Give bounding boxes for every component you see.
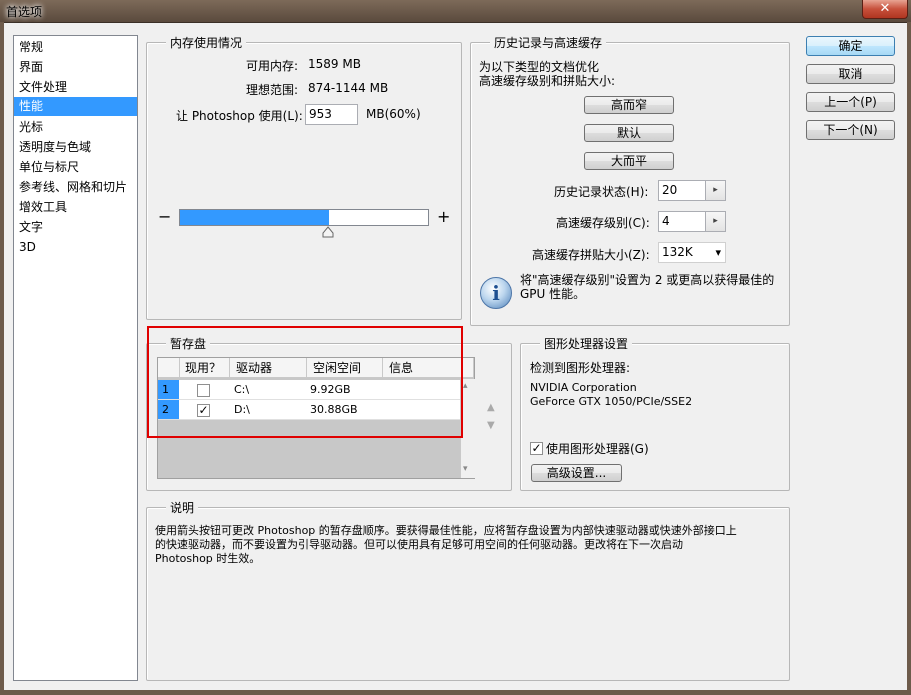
big-flat-button[interactable]: 大而平 bbox=[584, 152, 674, 170]
cancel-button[interactable]: 取消 bbox=[806, 64, 895, 84]
highlight-box bbox=[147, 326, 463, 438]
scroll-down-icon[interactable]: ▾ bbox=[463, 464, 468, 474]
slider-thumb-icon[interactable] bbox=[322, 226, 334, 238]
cache-tile-size-label: 高速缓存拼贴大小(Z): bbox=[532, 248, 650, 262]
description-legend: 说明 bbox=[166, 499, 199, 516]
default-cache-button[interactable]: 默认 bbox=[584, 124, 674, 142]
memory-usage-legend: 内存使用情况 bbox=[166, 34, 247, 51]
sidebar-item-interface[interactable]: 界面 bbox=[14, 58, 137, 77]
history-states-input[interactable]: 20 bbox=[658, 180, 706, 201]
memory-usage-slider[interactable] bbox=[179, 209, 429, 226]
available-memory-value: 1589 MB bbox=[308, 57, 361, 71]
history-states-label: 历史记录状态(H): bbox=[554, 185, 649, 199]
info-icon: i bbox=[480, 277, 512, 309]
move-drive-down-icon[interactable]: ▼ bbox=[487, 420, 495, 431]
use-gpu-label[interactable]: 使用图形处理器(G) bbox=[546, 440, 649, 457]
photoshop-memory-label: 让 Photoshop 使用(L): bbox=[176, 109, 303, 123]
cache-levels-spinner[interactable]: ▸ bbox=[706, 211, 726, 232]
memory-decrease-icon[interactable]: − bbox=[158, 207, 171, 226]
sidebar-item-units-rulers[interactable]: 单位与标尺 bbox=[14, 158, 137, 177]
sidebar-item-cursors[interactable]: 光标 bbox=[14, 118, 137, 137]
cache-tile-size-value: 132K bbox=[662, 245, 693, 259]
spin-arrow-icon: ▸ bbox=[713, 216, 718, 226]
sidebar-item-general[interactable]: 常规 bbox=[14, 38, 137, 57]
use-gpu-checkbox[interactable]: ✓ bbox=[530, 442, 543, 455]
close-icon: ✕ bbox=[879, 1, 891, 16]
memory-usage-input[interactable]: 953 bbox=[305, 104, 358, 125]
window-frame-bottom bbox=[0, 690, 911, 695]
window-frame-left bbox=[0, 22, 4, 695]
sidebar-item-transparency-gamut[interactable]: 透明度与色域 bbox=[14, 138, 137, 157]
memory-increase-icon[interactable]: + bbox=[437, 207, 450, 226]
sidebar-item-guides-grid-slices[interactable]: 参考线、网格和切片 bbox=[14, 178, 137, 197]
optimize-desc-line2: 高速缓存级别和拼贴大小: bbox=[479, 74, 616, 88]
memory-usage-slider-fill bbox=[180, 210, 329, 225]
next-button[interactable]: 下一个(N) bbox=[806, 120, 895, 140]
gpu-detected-label: 检测到图形处理器: bbox=[530, 361, 631, 375]
ideal-range-label: 理想范围: bbox=[246, 83, 299, 97]
window-frame-right bbox=[907, 22, 911, 695]
sidebar-item-file-handling[interactable]: 文件处理 bbox=[14, 78, 137, 97]
memory-usage-suffix: MB(60%) bbox=[366, 107, 421, 121]
chevron-down-icon: ▾ bbox=[715, 246, 721, 259]
description-line3: Photoshop 时生效。 bbox=[155, 552, 261, 565]
close-button[interactable]: ✕ bbox=[862, 0, 908, 19]
ok-button[interactable]: 确定 bbox=[806, 36, 895, 56]
gpu-settings-legend: 图形处理器设置 bbox=[540, 335, 633, 352]
sidebar-item-plugins[interactable]: 增效工具 bbox=[14, 198, 137, 217]
scroll-up-icon[interactable]: ▴ bbox=[463, 381, 468, 391]
cache-tile-size-select[interactable]: 132K ▾ bbox=[658, 242, 726, 263]
gpu-model: GeForce GTX 1050/PCIe/SSE2 bbox=[530, 395, 693, 408]
move-drive-up-icon[interactable]: ▲ bbox=[487, 402, 495, 413]
gpu-vendor: NVIDIA Corporation bbox=[530, 381, 637, 394]
category-list[interactable]: 常规 界面 文件处理 性能 光标 透明度与色域 单位与标尺 参考线、网格和切片 … bbox=[13, 35, 138, 681]
history-cache-legend: 历史记录与高速缓存 bbox=[490, 34, 607, 51]
memory-usage-group bbox=[146, 42, 462, 320]
available-memory-label: 可用内存: bbox=[246, 59, 299, 73]
ideal-range-value: 874-1144 MB bbox=[308, 81, 389, 95]
advanced-settings-button[interactable]: 高级设置... bbox=[531, 464, 622, 482]
window-title: 首选项 bbox=[6, 5, 43, 19]
sidebar-item-performance[interactable]: 性能 bbox=[14, 97, 137, 116]
sidebar-item-type[interactable]: 文字 bbox=[14, 218, 137, 237]
cache-levels-label: 高速缓存级别(C): bbox=[556, 216, 650, 230]
gpu-hint-line2: GPU 性能。 bbox=[520, 287, 586, 301]
sidebar-item-3d[interactable]: 3D bbox=[14, 238, 137, 257]
tall-thin-button[interactable]: 高而窄 bbox=[584, 96, 674, 114]
history-states-spinner[interactable]: ▸ bbox=[706, 180, 726, 201]
cache-levels-input[interactable]: 4 bbox=[658, 211, 706, 232]
title-bar[interactable] bbox=[0, 0, 911, 23]
previous-button[interactable]: 上一个(P) bbox=[806, 92, 895, 112]
check-icon: ✓ bbox=[531, 441, 542, 455]
spin-arrow-icon: ▸ bbox=[713, 185, 718, 195]
